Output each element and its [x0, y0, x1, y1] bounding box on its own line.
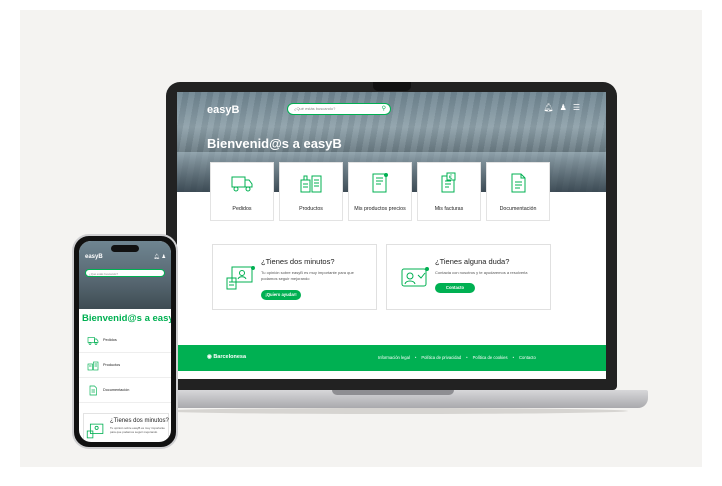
phone-header-icons: 🔔︎ ♟: [154, 254, 166, 260]
survey-icon: [86, 423, 104, 439]
footer: ◉ Barcelonesa Información legal • Políti…: [177, 345, 606, 371]
phone-item-documentacion[interactable]: Documentación: [79, 379, 171, 403]
card-label: Mis facturas: [434, 206, 464, 212]
contact-text: Contacta con nosotros y te ayudaremos a …: [435, 270, 528, 275]
bell-icon[interactable]: 🔔︎: [154, 254, 160, 260]
contact-button[interactable]: Contacto: [435, 283, 475, 293]
survey-icon: [226, 266, 255, 290]
laptop-screen: easyB ¿Qué estás buscando? ⚲ 🔔︎ ♟ ☰ Bien…: [177, 92, 606, 379]
phone-brand-logo[interactable]: easyB: [85, 254, 103, 260]
users-icon[interactable]: ♟: [560, 103, 567, 112]
card-pedidos[interactable]: Pedidos: [210, 162, 274, 221]
screen-bottom: [177, 371, 606, 379]
mockup-stage: easyB ¿Qué estás buscando? ⚲ 🔔︎ ♟ ☰ Bien…: [20, 10, 702, 467]
dynamic-island: [111, 245, 139, 252]
survey-title: ¿Tienes dos minutos?: [261, 257, 335, 266]
search-placeholder: ¿Qué estás buscando?: [294, 106, 336, 111]
phone-screen: easyB 🔔︎ ♟ ¿Qué estás buscando? Bienveni…: [79, 241, 171, 442]
search-input[interactable]: ¿Qué estás buscando? ⚲: [287, 103, 391, 115]
survey-text: Tu opinión sobre easyB es muy importante…: [261, 270, 354, 281]
separator-dot: •: [512, 355, 515, 360]
brand-logo[interactable]: easyB: [207, 104, 239, 116]
laptop: easyB ¿Qué estás buscando? ⚲ 🔔︎ ♟ ☰ Bien…: [166, 82, 617, 390]
footer-logo-text: Barcelonesa: [213, 354, 247, 360]
contact-box: ¿Tienes alguna duda? Contacta con nosotr…: [386, 244, 551, 310]
card-mis-productos-precios[interactable]: Mis productos precios: [348, 162, 412, 221]
survey-box: ¿Tienes dos minutos? Tu opinión sobre ea…: [212, 244, 377, 310]
truck-icon: [231, 176, 253, 192]
footer-link-privacy[interactable]: Política de privacidad: [421, 355, 461, 360]
price-list-icon: [372, 173, 388, 193]
phone-item-pedidos[interactable]: Pedidos: [79, 329, 171, 353]
quick-access-cards: Pedidos Productos Mis productos precios: [210, 162, 550, 221]
search-icon[interactable]: ⚲: [382, 105, 386, 112]
phone-item-label: Pedidos: [103, 338, 117, 342]
footer-links: Información legal • Política de privacid…: [378, 355, 536, 360]
factory-icon: [300, 175, 322, 193]
invoice-icon: €: [441, 172, 456, 193]
laptop-base: [138, 390, 648, 408]
phone-welcome-title: Bienvenid@s a easyB: [82, 313, 171, 324]
phone-item-label: Productos: [103, 363, 121, 367]
truck-icon: [87, 337, 99, 345]
separator-dot: •: [414, 355, 417, 360]
card-label: Mis productos precios: [354, 206, 406, 212]
phone-item-productos[interactable]: Productos: [79, 354, 171, 378]
footer-logo[interactable]: ◉ Barcelonesa: [207, 354, 246, 360]
factory-icon: [87, 361, 99, 371]
phone-survey-title: ¿Tienes dos minutos?: [110, 418, 169, 424]
footer-link-cookies[interactable]: Política de cookies: [473, 355, 508, 360]
card-label: Productos: [299, 206, 323, 212]
card-label: Documentación: [499, 206, 537, 212]
document-icon: [511, 173, 526, 193]
laptop-groove: [332, 390, 454, 395]
card-label: Pedidos: [232, 206, 252, 212]
phone-item-label: Documentación: [103, 388, 130, 392]
welcome-title: Bienvenid@s a easyB: [207, 136, 342, 151]
phone-search-input[interactable]: ¿Qué estás buscando?: [85, 269, 165, 277]
header-icons: 🔔︎ ♟ ☰: [544, 103, 581, 112]
card-productos[interactable]: Productos: [279, 162, 343, 221]
bell-icon[interactable]: 🔔︎: [544, 103, 554, 112]
separator-dot: •: [466, 355, 468, 360]
camera-notch: [373, 82, 411, 91]
contact-title: ¿Tienes alguna duda?: [435, 257, 510, 266]
laptop-shadow: [160, 408, 628, 414]
card-mis-facturas[interactable]: € Mis facturas: [417, 162, 481, 221]
document-icon: [89, 385, 97, 396]
phone-survey-text: Tu opinión sobre easyB es muy importante…: [110, 426, 165, 434]
footer-link-contact[interactable]: Contacto: [519, 355, 536, 360]
help-button[interactable]: ¡Quiero ayudar!: [261, 290, 301, 300]
users-icon[interactable]: ♟: [162, 254, 166, 260]
phone-search-placeholder: ¿Qué estás buscando?: [89, 271, 118, 276]
card-documentacion[interactable]: Documentación: [486, 162, 550, 221]
phone: easyB 🔔︎ ♟ ¿Qué estás buscando? Bienveni…: [72, 234, 178, 449]
contact-icon: [401, 267, 429, 287]
phone-survey-box: ¿Tienes dos minutos? Tu opinión sobre ea…: [83, 413, 169, 442]
footer-link-legal[interactable]: Información legal: [378, 355, 410, 360]
menu-icon[interactable]: ☰: [573, 103, 580, 112]
